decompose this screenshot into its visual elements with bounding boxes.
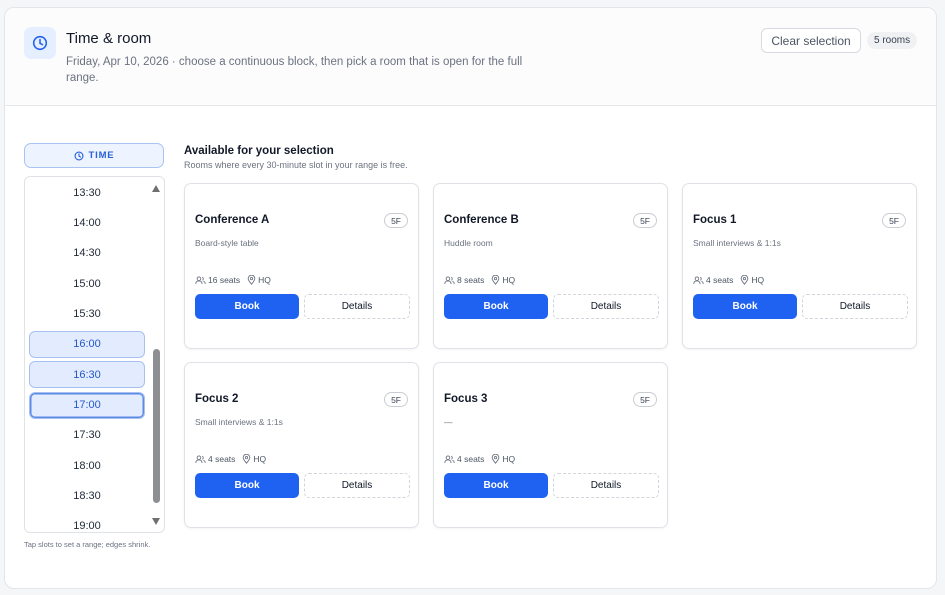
page-title: Time & room	[66, 30, 152, 47]
room-card: Conference B 5F Huddle room 8 seats HQ Book De…	[433, 183, 668, 349]
details-button[interactable]: Details	[304, 473, 410, 498]
room-seats: 4 seats	[457, 454, 485, 464]
room-site: HQ	[502, 454, 516, 464]
time-chip-label: TIME	[88, 150, 115, 161]
room-card: Conference A 5F Board-style table 16 seats H…	[184, 183, 419, 349]
room-site: HQ	[751, 275, 765, 285]
people-icon	[693, 275, 704, 285]
room-description: Board-style table	[195, 238, 259, 248]
people-icon	[195, 454, 206, 464]
room-site: HQ	[258, 275, 271, 285]
room-meta: 8 seats HQ	[444, 275, 515, 285]
room-seats: 16 seats	[208, 275, 241, 285]
book-button[interactable]: Book	[195, 294, 299, 319]
location-pin-icon	[247, 275, 256, 285]
book-button[interactable]: Book	[195, 473, 299, 498]
room-description: —	[444, 417, 453, 427]
results-subtitle: Rooms where every 30-minute slot in your…	[184, 160, 408, 170]
floor-badge: 5F	[384, 392, 408, 407]
room-name: Focus 3	[444, 393, 488, 405]
results-title: Available for your selection	[184, 145, 334, 157]
time-slot[interactable]: 15:00	[29, 270, 145, 297]
room-card: Focus 3 5F — 4 seats HQ Book Details	[433, 362, 668, 528]
room-meta: 4 seats HQ	[444, 454, 515, 464]
scroll-up-arrow-icon[interactable]	[152, 185, 160, 192]
time-slot[interactable]: 15:30	[29, 300, 145, 327]
location-pin-icon	[491, 275, 500, 285]
time-slot[interactable]: 18:00	[29, 452, 145, 479]
slot-list-scrollbar[interactable]	[152, 185, 160, 525]
location-pin-icon	[242, 454, 251, 464]
time-slot[interactable]: 13:30	[29, 179, 145, 206]
book-button[interactable]: Book	[693, 294, 797, 319]
location-pin-icon	[491, 454, 500, 464]
details-button[interactable]: Details	[802, 294, 908, 319]
details-button[interactable]: Details	[553, 294, 659, 319]
room-site: HQ	[253, 454, 267, 464]
book-button[interactable]: Book	[444, 294, 548, 319]
time-slot[interactable]: 17:30	[29, 422, 145, 449]
time-slot[interactable]: 14:00	[29, 209, 145, 236]
clear-selection-button[interactable]: Clear selection	[761, 28, 861, 53]
room-name: Focus 1	[693, 214, 737, 226]
clock-icon	[24, 27, 56, 59]
time-slot[interactable]: 18:30	[29, 483, 145, 510]
room-meta: 4 seats HQ	[693, 275, 764, 285]
time-slot[interactable]: 19:00	[29, 513, 145, 532]
details-button[interactable]: Details	[553, 473, 659, 498]
room-description: Small interviews & 1:1s	[195, 417, 283, 427]
room-site: HQ	[502, 275, 516, 285]
time-slot[interactable]: 16:30	[29, 361, 145, 389]
room-card: Focus 1 5F Small interviews & 1:1s 4 seats H…	[682, 183, 917, 349]
scroll-down-arrow-icon[interactable]	[152, 518, 160, 525]
book-button[interactable]: Book	[444, 473, 548, 498]
people-icon	[444, 275, 455, 285]
time-slot[interactable]: 16:00	[29, 330, 145, 358]
room-name: Conference B	[444, 214, 519, 226]
people-icon	[195, 275, 206, 285]
page-subtitle: Friday, Apr 10, 2026 · choose a continuo…	[66, 56, 523, 84]
floor-badge: 5F	[384, 213, 408, 228]
time-slot[interactable]: 17:00	[29, 391, 145, 419]
room-card: Focus 2 5F Small interviews & 1:1s 4 seats H…	[184, 362, 419, 528]
time-filter-chip[interactable]: TIME	[24, 143, 164, 168]
slot-hint: Tap slots to set a range; edges shrink.	[24, 540, 151, 549]
room-seats: 4 seats	[706, 275, 734, 285]
floor-badge: 5F	[633, 213, 657, 228]
people-icon	[444, 454, 455, 464]
room-description: Huddle room	[444, 238, 493, 248]
rooms-count-badge: 5 rooms	[867, 32, 918, 49]
details-button[interactable]: Details	[304, 294, 410, 319]
floor-badge: 5F	[633, 392, 657, 407]
time-slot[interactable]: 14:30	[29, 240, 145, 267]
room-seats: 8 seats	[457, 275, 485, 285]
scrollbar-thumb[interactable]	[153, 349, 160, 503]
location-pin-icon	[740, 275, 749, 285]
room-seats: 4 seats	[208, 454, 236, 464]
clock-icon	[74, 150, 84, 161]
room-meta: 16 seats HQ	[195, 275, 271, 285]
room-meta: 4 seats HQ	[195, 454, 266, 464]
room-name: Conference A	[195, 214, 270, 226]
floor-badge: 5F	[882, 213, 906, 228]
room-name: Focus 2	[195, 393, 239, 405]
time-slot-list[interactable]: 13:30 14:00 14:30 15:00 15:30 16:00 16:30 17:00…	[24, 176, 165, 533]
time-room-panel: Time & room Friday, Apr 10, 2026 · choos…	[4, 7, 937, 589]
panel-header: Time & room Friday, Apr 10, 2026 · choos…	[5, 8, 936, 106]
room-description: Small interviews & 1:1s	[693, 238, 781, 248]
